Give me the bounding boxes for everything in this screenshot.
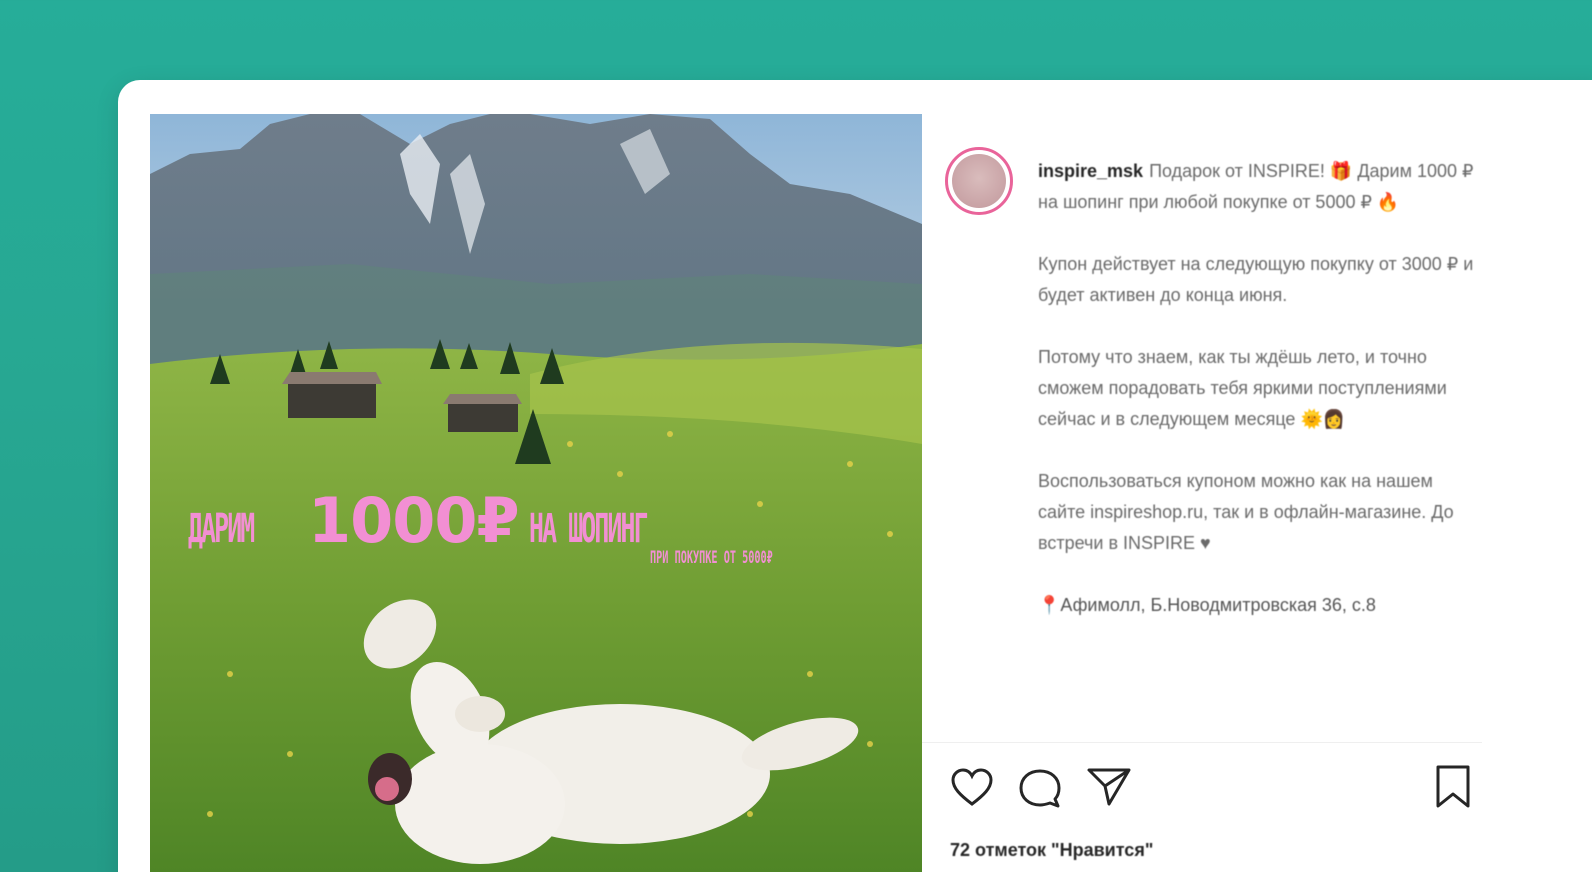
promo-headline-right: НА ШОПИНГ bbox=[528, 506, 649, 552]
heart-icon[interactable] bbox=[950, 768, 994, 808]
author-username[interactable]: inspire_msk bbox=[1038, 161, 1143, 181]
caption-paragraph-3: Потому что знаем, как ты ждёшь лето, и т… bbox=[1038, 347, 1447, 429]
promo-headline-amount: 1000₽ bbox=[308, 484, 520, 557]
post-caption: inspire_msk Подарок от INSPIRE! 🎁 Дарим 1… bbox=[1038, 156, 1478, 652]
author-avatar[interactable] bbox=[945, 147, 1013, 215]
post-image[interactable]: ДАРИМ 1000₽ НА ШОПИНГ ПРИ ПОКУПКЕ ОТ 500… bbox=[150, 114, 922, 872]
promo-subline: ПРИ ПОКУПКЕ ОТ 5000₽ bbox=[650, 548, 773, 568]
likes-count[interactable]: 72 отметок "Нравится" bbox=[950, 840, 1153, 861]
caption-paragraph-2: Купон действует на следующую покупку от … bbox=[1038, 254, 1474, 305]
caption-paragraph-4: Воспользоваться купоном можно как на наш… bbox=[1038, 471, 1454, 553]
caption-location: 📍Афимолл, Б.Новодмитровская 36, с.8 bbox=[1038, 595, 1376, 615]
bookmark-icon[interactable] bbox=[1430, 764, 1476, 810]
avatar-image bbox=[952, 154, 1006, 208]
promo-headline-left: ДАРИМ bbox=[188, 506, 255, 552]
promo-headline: ДАРИМ 1000₽ НА ШОПИНГ bbox=[188, 484, 719, 557]
comment-icon[interactable] bbox=[1017, 768, 1063, 810]
share-icon[interactable] bbox=[1085, 766, 1133, 808]
actions-divider bbox=[922, 742, 1482, 743]
caption-intro: inspire_msk Подарок от INSPIRE! 🎁 Дарим 1… bbox=[1038, 156, 1478, 218]
